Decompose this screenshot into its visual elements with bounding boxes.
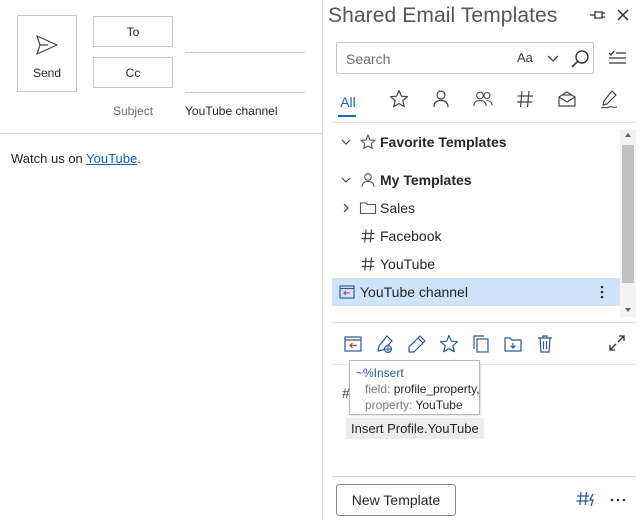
tree-scrollbar[interactable] xyxy=(620,129,636,317)
app-window: Send To Cc Subject YouTube channel Watch… xyxy=(0,0,642,520)
tab-signatures[interactable] xyxy=(597,88,621,118)
tree-item-label: My Templates xyxy=(380,172,472,188)
tooltip-title: ~%Insert xyxy=(356,366,404,380)
message-body[interactable]: Watch us on YouTube. xyxy=(11,151,141,166)
star-icon xyxy=(389,89,409,108)
person-icon xyxy=(361,173,375,188)
tooltip-property-key: property: xyxy=(365,398,413,412)
tree-item-label: Sales xyxy=(380,200,416,216)
copy-icon[interactable] xyxy=(470,333,492,355)
chevron-down-icon[interactable] xyxy=(546,53,560,65)
macro-youtube[interactable]: YouTube xyxy=(332,250,620,278)
subject-label: Subject xyxy=(113,104,154,118)
tooltip-field-value: profile_property, xyxy=(393,382,480,396)
more-horizontal-icon[interactable] xyxy=(608,492,628,508)
search-input[interactable] xyxy=(346,49,506,69)
edit-icon[interactable] xyxy=(406,333,428,355)
tab-all[interactable]: All xyxy=(336,88,360,118)
expand-icon[interactable] xyxy=(607,333,627,353)
compose-pane: Send To Cc Subject YouTube channel Watch… xyxy=(0,0,323,520)
tab-favorites[interactable] xyxy=(387,88,411,118)
chevron-right-icon[interactable] xyxy=(340,202,352,214)
tabs-divider xyxy=(332,122,636,123)
template-tree: Favorite Templates My Templates Sales Fa… xyxy=(332,128,620,318)
pane-title: Shared Email Templates xyxy=(328,4,558,27)
to-button[interactable]: To xyxy=(93,16,173,47)
cc-button[interactable]: Cc xyxy=(93,57,173,88)
hash-icon xyxy=(517,90,533,108)
list-divider xyxy=(332,322,636,323)
body-text-suffix: . xyxy=(137,151,141,166)
scroll-down-arrow-icon[interactable] xyxy=(624,306,632,314)
scroll-thumb[interactable] xyxy=(622,145,634,283)
move-icon[interactable] xyxy=(502,333,524,355)
section-my-templates[interactable]: My Templates xyxy=(332,166,620,194)
tree-item-label: YouTube channel xyxy=(360,284,468,300)
tree-item-label: Facebook xyxy=(380,228,442,244)
tooltip-property-value: YouTube xyxy=(415,398,463,412)
tab-personal[interactable] xyxy=(429,88,453,118)
send-label: Send xyxy=(32,65,62,80)
favorite-icon[interactable] xyxy=(438,333,460,355)
tooltip-property-line: property: YouTube xyxy=(356,397,473,413)
tooltip-field-line: field: profile_property, xyxy=(356,381,480,397)
hash-icon xyxy=(361,229,375,243)
folder-icon xyxy=(359,202,377,215)
subject-field[interactable]: YouTube channel xyxy=(185,104,278,118)
to-field[interactable] xyxy=(185,52,305,53)
chevron-down-icon[interactable] xyxy=(340,136,352,148)
macro-tooltip: ~%Insert field: profile_property, proper… xyxy=(349,360,480,415)
new-template-button[interactable]: New Template xyxy=(336,484,456,516)
scroll-up-arrow-icon[interactable] xyxy=(624,131,632,139)
close-icon[interactable] xyxy=(614,6,632,24)
cc-field[interactable] xyxy=(185,92,305,93)
macro-chip[interactable]: Insert Profile.YouTube xyxy=(346,418,484,439)
pin-icon[interactable] xyxy=(588,6,608,24)
filter-tabs: All xyxy=(336,88,636,118)
folder-sales[interactable]: Sales xyxy=(332,194,620,222)
templates-pane: Shared Email Templates Aa All xyxy=(324,0,642,520)
signature-icon xyxy=(600,90,618,109)
body-text-prefix: Watch us on xyxy=(11,151,87,166)
sort-options-icon[interactable] xyxy=(606,47,628,69)
match-case-toggle[interactable]: Aa xyxy=(517,50,533,65)
person-icon xyxy=(433,90,449,108)
macro-facebook[interactable]: Facebook xyxy=(332,222,620,250)
template-youtube-channel[interactable]: YouTube channel xyxy=(332,278,620,306)
insert-link-icon[interactable] xyxy=(374,333,396,355)
to-label: To xyxy=(126,24,140,39)
tab-datasets[interactable] xyxy=(555,88,579,118)
tooltip-field-key: field: xyxy=(365,382,391,396)
section-favorite-templates[interactable]: Favorite Templates xyxy=(332,128,620,156)
star-icon xyxy=(360,134,376,150)
people-icon xyxy=(473,91,493,107)
more-vertical-icon[interactable] xyxy=(594,284,610,300)
send-button[interactable]: Send xyxy=(17,15,77,92)
cc-label: Cc xyxy=(125,65,141,80)
tab-macros[interactable] xyxy=(513,88,537,118)
template-icon xyxy=(339,285,355,299)
insert-template-icon[interactable] xyxy=(342,333,364,355)
send-icon xyxy=(36,34,58,55)
footer-divider xyxy=(332,476,636,477)
tree-item-label: Favorite Templates xyxy=(380,134,507,150)
delete-icon[interactable] xyxy=(534,333,556,355)
youtube-link[interactable]: YouTube xyxy=(86,151,137,166)
search-icon[interactable] xyxy=(569,48,591,70)
macro-shortcut-icon[interactable] xyxy=(574,489,598,509)
tab-shared[interactable] xyxy=(471,88,495,118)
inbox-icon xyxy=(558,91,576,107)
chevron-down-icon[interactable] xyxy=(340,174,352,186)
search-box: Aa xyxy=(336,42,594,74)
hash-icon xyxy=(361,257,375,271)
tree-item-label: YouTube xyxy=(380,256,436,272)
compose-divider xyxy=(0,133,323,134)
